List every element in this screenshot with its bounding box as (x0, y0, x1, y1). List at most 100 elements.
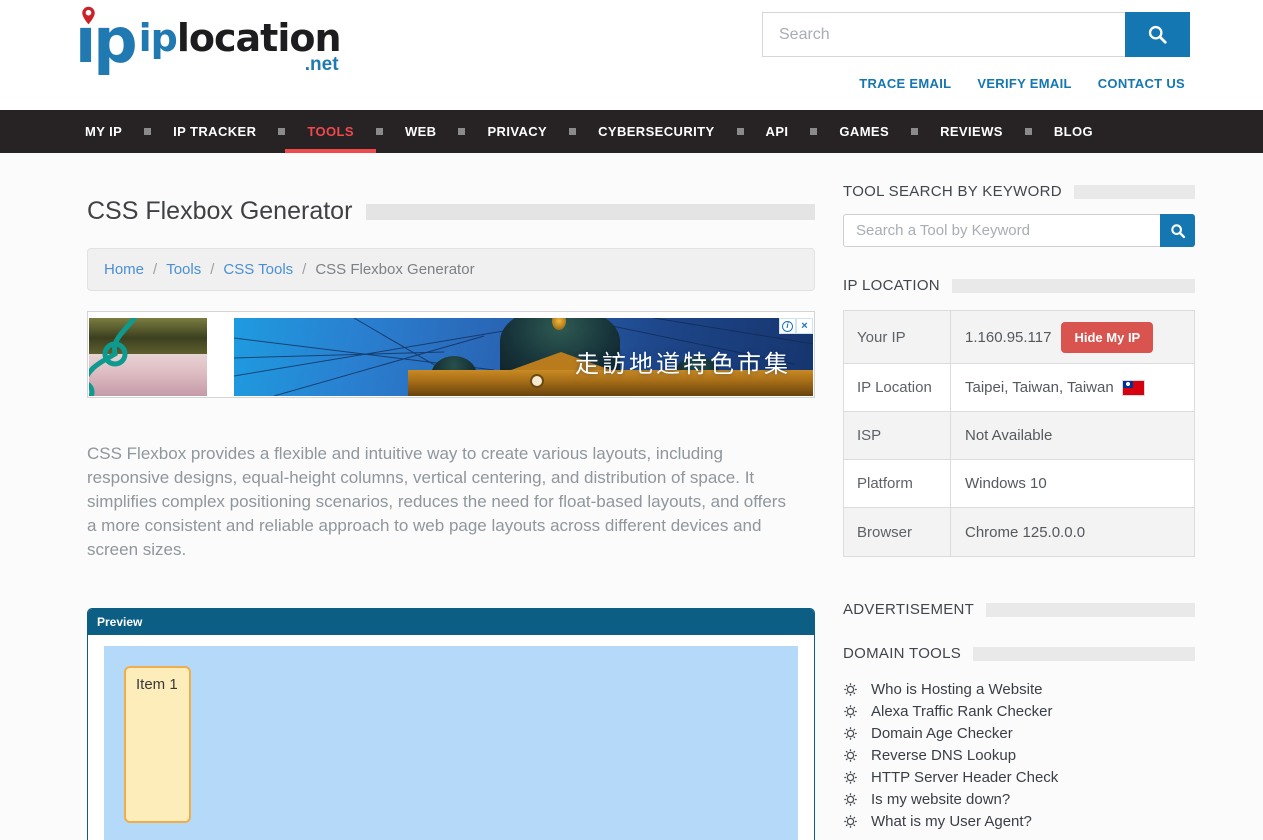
preview-panel-header: Preview (88, 609, 814, 635)
header-search-button[interactable] (1125, 12, 1190, 57)
ip-location-value: Taipei, Taiwan, Taiwan (965, 379, 1114, 396)
logo-word-ip: ip (139, 16, 177, 60)
heading-decorative-bar (986, 603, 1195, 617)
row-label: Platform (844, 460, 951, 507)
site-logo[interactable]: ıp iplocation .net (75, 4, 341, 78)
ip-location-table: Your IP 1.160.95.117 Hide My IP IP Locat… (843, 310, 1195, 557)
ad-caption: 走訪地道特色市集 (575, 344, 791, 379)
gear-icon (843, 792, 858, 807)
breadcrumb-home[interactable]: Home (104, 261, 144, 278)
table-row: IP Location Taipei, Taiwan, Taiwan (844, 364, 1194, 412)
nav-item-web[interactable]: WEB (383, 110, 459, 153)
nav-item-blog[interactable]: BLOG (1032, 110, 1115, 153)
table-row: Platform Windows 10 (844, 460, 1194, 508)
search-icon (1147, 24, 1168, 45)
list-item-who-is-hosting[interactable]: Who is Hosting a Website (843, 678, 1195, 700)
verify-email-link[interactable]: VERIFY EMAIL (977, 76, 1071, 91)
nav-separator (810, 128, 817, 135)
nav-separator (458, 128, 465, 135)
nav-separator (911, 128, 918, 135)
tool-search (843, 214, 1195, 247)
row-label: Browser (844, 508, 951, 556)
nav-item-games[interactable]: GAMES (817, 110, 911, 153)
gear-icon (843, 770, 858, 785)
row-label: ISP (844, 412, 951, 459)
tool-search-button[interactable] (1160, 214, 1195, 247)
row-label: IP Location (844, 364, 951, 411)
header-search-input[interactable] (762, 12, 1125, 57)
list-item-http-header[interactable]: HTTP Server Header Check (843, 766, 1195, 788)
list-item-domain-age[interactable]: Domain Age Checker (843, 722, 1195, 744)
advertisement-heading: ADVERTISEMENT (843, 601, 974, 618)
row-label: Your IP (844, 311, 951, 363)
ad-left-image (89, 318, 207, 396)
list-item-reverse-dns[interactable]: Reverse DNS Lookup (843, 744, 1195, 766)
site-header: ıp iplocation .net TRACE EMAIL V (0, 0, 1263, 110)
nav-separator (1025, 128, 1032, 135)
contact-us-link[interactable]: CONTACT US (1098, 76, 1185, 91)
header-links: TRACE EMAIL VERIFY EMAIL CONTACT US (859, 76, 1185, 91)
nav-separator (144, 128, 151, 135)
page: ıp iplocation .net TRACE EMAIL V (0, 0, 1263, 840)
breadcrumb-separator: / (153, 261, 157, 278)
heading-decorative-bar (1074, 185, 1195, 199)
page-title: CSS Flexbox Generator (87, 197, 352, 226)
tool-description: CSS Flexbox provides a flexible and intu… (87, 442, 799, 562)
hide-my-ip-button[interactable]: Hide My IP (1061, 322, 1153, 353)
title-decorative-bar (366, 204, 815, 220)
gear-icon (843, 682, 858, 697)
ad-choices: i × (779, 318, 813, 334)
nav-item-tools[interactable]: TOOLS (285, 110, 376, 153)
platform-value: Windows 10 (951, 475, 1194, 492)
search-icon (1170, 223, 1186, 239)
map-pin-icon (81, 6, 96, 25)
tool-search-heading: TOOL SEARCH BY KEYWORD (843, 183, 1062, 200)
trace-email-link[interactable]: TRACE EMAIL (859, 76, 951, 91)
breadcrumb-css-tools[interactable]: CSS Tools (223, 261, 293, 278)
main-nav: MY IP IP TRACKER TOOLS WEB PRIVACY CYBER… (0, 110, 1263, 153)
preview-panel: Preview Item 1 (87, 608, 815, 840)
browser-value: Chrome 125.0.0.0 (951, 524, 1194, 541)
ad-main-image: 走訪地道特色市集 i × (234, 318, 813, 396)
heading-decorative-bar (952, 279, 1195, 293)
breadcrumb-current: CSS Flexbox Generator (315, 261, 474, 278)
breadcrumb-tools[interactable]: Tools (166, 261, 201, 278)
gear-icon (843, 726, 858, 741)
nav-item-reviews[interactable]: REVIEWS (918, 110, 1025, 153)
table-row: Your IP 1.160.95.117 Hide My IP (844, 311, 1194, 364)
ad-clock (530, 374, 544, 388)
flexbox-preview-item[interactable]: Item 1 (124, 666, 191, 823)
sidebar: TOOL SEARCH BY KEYWORD IP LOCATION Your … (843, 153, 1195, 832)
ad-banner[interactable]: 走訪地道特色市集 i × (87, 311, 815, 398)
tool-search-input[interactable] (843, 214, 1160, 247)
domain-tools-list: Who is Hosting a Website Alexa Traffic R… (843, 678, 1195, 832)
domain-tools-heading: DOMAIN TOOLS (843, 645, 961, 662)
ad-info-icon[interactable]: i (779, 318, 796, 334)
nav-separator (376, 128, 383, 135)
breadcrumb-separator: / (210, 261, 214, 278)
heading-decorative-bar (973, 647, 1195, 661)
breadcrumb: Home / Tools / CSS Tools / CSS Flexbox G… (87, 248, 815, 291)
table-row: ISP Not Available (844, 412, 1194, 460)
main-content: CSS Flexbox Generator Home / Tools / CSS… (87, 153, 815, 840)
list-item-website-down[interactable]: Is my website down? (843, 788, 1195, 810)
nav-item-my-ip[interactable]: MY IP (63, 110, 144, 153)
nav-item-ip-tracker[interactable]: IP TRACKER (151, 110, 278, 153)
nav-separator (278, 128, 285, 135)
logo-wordmark: iplocation .net (139, 18, 341, 76)
ip-location-heading: IP LOCATION (843, 277, 940, 294)
list-item-user-agent[interactable]: What is my User Agent? (843, 810, 1195, 832)
nav-separator (737, 128, 744, 135)
nav-item-privacy[interactable]: PRIVACY (465, 110, 569, 153)
ad-close-icon[interactable]: × (796, 318, 813, 334)
nav-item-api[interactable]: API (744, 110, 811, 153)
isp-value: Not Available (951, 427, 1194, 444)
ad-route-doodle (89, 318, 201, 396)
nav-item-cybersecurity[interactable]: CYBERSECURITY (576, 110, 736, 153)
table-row: Browser Chrome 125.0.0.0 (844, 508, 1194, 556)
gear-icon (843, 748, 858, 763)
gear-icon (843, 704, 858, 719)
list-item-alexa-rank[interactable]: Alexa Traffic Rank Checker (843, 700, 1195, 722)
header-search (762, 12, 1190, 57)
flexbox-preview-container: Item 1 (104, 646, 798, 840)
